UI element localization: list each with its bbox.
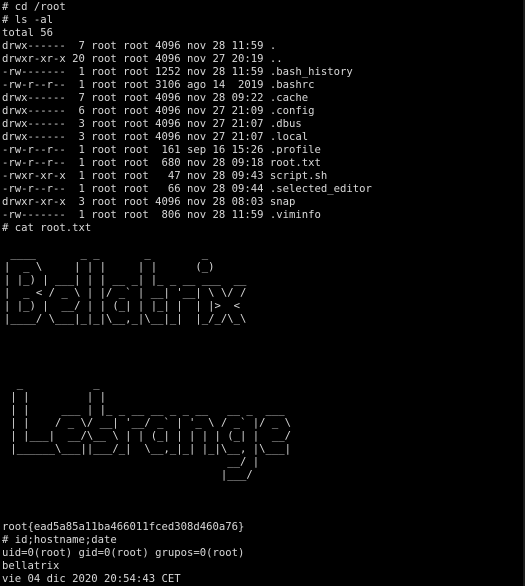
ls-row: drwx------ 6 root root 4096 nov 27 21:09… [2, 105, 315, 117]
terminal-window[interactable]: # cd /root # ls -al total 56 drwx------ … [0, 0, 525, 586]
ascii-art-bellatrix: ____ _ _ _ _ | _ \ | | | | | (_) | |_) |… [4, 248, 247, 325]
ls-row: -rw------- 1 root root 1252 nov 28 11:59… [2, 66, 353, 78]
command-line-cat: # cat root.txt [2, 222, 92, 234]
ls-row: -rw-r--r-- 1 root root 3106 ago 14 2019 … [2, 79, 315, 91]
command-line-id: # id;hostname;date [2, 534, 117, 546]
ls-row: drwxr-xr-x 3 root root 4096 nov 28 08:03… [2, 196, 296, 208]
ls-total: total 56 [2, 27, 54, 39]
date-output: vie 04 dic 2020 20:54:43 CET [2, 573, 181, 585]
ls-row: drwx------ 3 root root 4096 nov 27 21:07… [2, 118, 302, 130]
ls-row: drwx------ 7 root root 4096 nov 28 11:59… [2, 40, 277, 52]
ls-row: drwxr-xr-x 20 root root 4096 nov 27 20:1… [2, 53, 283, 65]
ascii-art-lestrange: _ _ | | | | | | ___ | |_ _ __ __ _ _ __ … [10, 378, 292, 481]
root-flag: root{ead5a85a11ba466011fced308d460a76} [2, 521, 245, 533]
ls-row: -rw-r--r-- 1 root root 161 sep 16 15:26 … [2, 144, 321, 156]
ls-row: -rw-r--r-- 1 root root 680 nov 28 09:18 … [2, 157, 321, 169]
ls-row: drwx------ 7 root root 4096 nov 28 09:22… [2, 92, 309, 104]
hostname-output: bellatrix [2, 560, 60, 572]
ls-row: -rw------- 1 root root 806 nov 28 11:59 … [2, 209, 321, 221]
id-output: uid=0(root) gid=0(root) grupos=0(root) [2, 547, 245, 559]
ls-row: -rwxr-xr-x 1 root root 47 nov 28 09:43 s… [2, 170, 328, 182]
ls-row: drwx------ 3 root root 4096 nov 27 21:07… [2, 131, 309, 143]
command-line-ls: # ls -al [2, 14, 54, 26]
command-line-cd: # cd /root [2, 1, 66, 13]
ls-row: -rw-r--r-- 1 root root 66 nov 28 09:44 .… [2, 183, 372, 195]
